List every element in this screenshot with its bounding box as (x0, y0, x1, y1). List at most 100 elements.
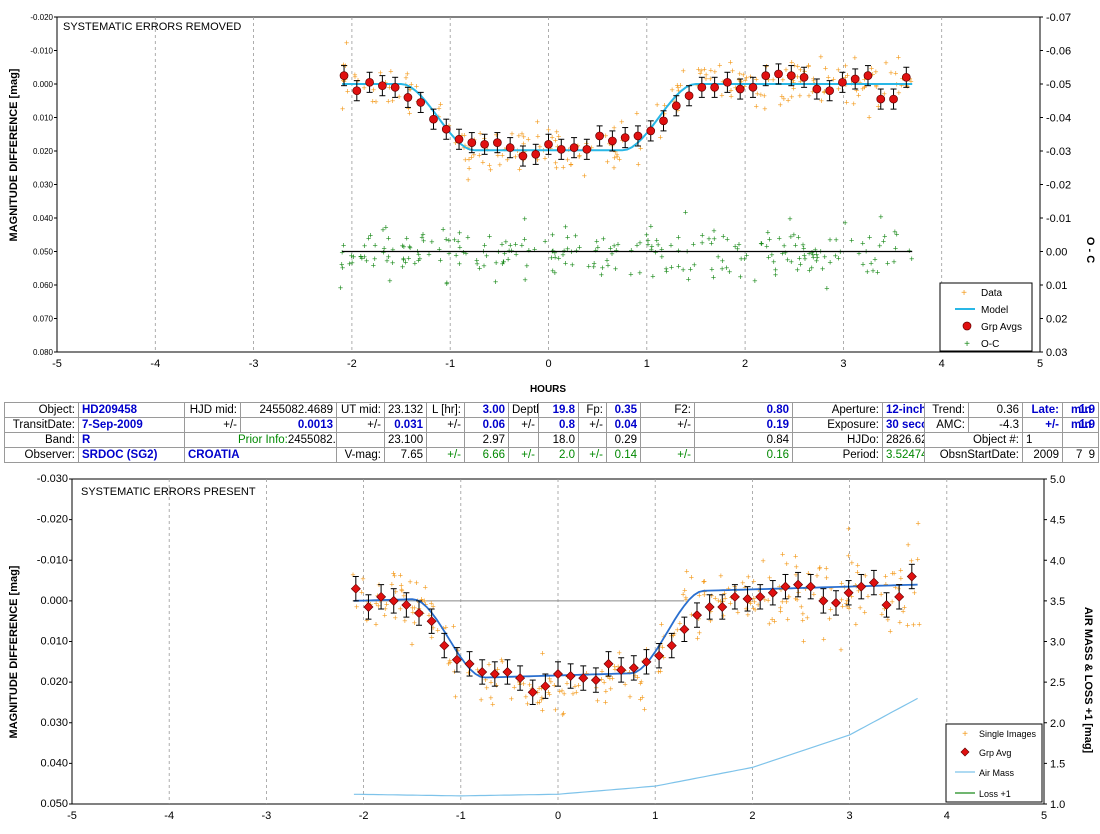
bottom-single-image-point: + (622, 680, 627, 690)
top-oc-point: + (573, 231, 578, 241)
vmag-l-value: 6.66 (464, 447, 509, 463)
top-legend: + Data Model Grp Avgs + O-C (939, 282, 1033, 352)
bottom-y-tick-label: -0.020 (37, 514, 68, 526)
transit-info-table: Object: HD209458 HJD mid: 2455082.4689 U… (4, 402, 1099, 463)
top-oc-point: + (390, 245, 395, 255)
top-oc-point: + (783, 248, 788, 258)
bottom-single-image-point: + (786, 592, 791, 602)
band-value: R (78, 432, 185, 448)
top-oc-point: + (692, 260, 697, 270)
bottom-single-image-point: + (865, 591, 870, 601)
top-y2-tick-label: -0.06 (1046, 46, 1071, 58)
ut-err-value: 0.031 (384, 417, 427, 433)
bottom-single-image-point: + (576, 681, 581, 691)
top-oc-point: + (526, 245, 531, 255)
top-oc-point: + (474, 256, 479, 266)
bottom-single-image-point: + (553, 705, 558, 715)
top-data-point: + (852, 53, 857, 63)
top-group-average (595, 131, 604, 141)
top-data-point: + (845, 70, 850, 80)
top-x-tick-label: -2 (347, 358, 357, 370)
top-data-point: + (717, 61, 722, 71)
top-data-point: + (577, 151, 582, 161)
trend-label: Trend: (924, 402, 969, 418)
top-oc-point: + (371, 261, 376, 271)
blank-cell (336, 432, 385, 448)
top-y-tick-label: 0.010 (33, 114, 54, 123)
trend-value: 0.36 (968, 402, 1023, 418)
ut-mid-label: UT mid: (336, 402, 385, 418)
bottom-single-image-point: + (726, 584, 731, 594)
top-oc-point: + (438, 256, 443, 266)
observer-value: SRDOC (SG2) (78, 447, 185, 463)
top-data-point: + (477, 128, 482, 138)
top-legend-item-model: Model (981, 305, 1008, 316)
top-y-tick-label: 0.060 (33, 281, 54, 290)
top-legend-item-avg: Grp Avgs (981, 322, 1022, 333)
top-group-average (659, 116, 668, 126)
top-group-average (825, 86, 834, 96)
info-row-2: TransitDate: 7-Sep-2009 +/- 0.0013 +/- 0… (4, 417, 1099, 433)
bottom-legend-item-loss: Loss +1 (979, 789, 1011, 799)
top-data-point: + (565, 155, 570, 165)
top-oc-point: + (709, 265, 714, 275)
top-data-point: + (844, 97, 849, 107)
top-x-tick-label: -3 (249, 358, 259, 370)
top-group-average (556, 144, 566, 154)
bottom-single-image-point: + (500, 657, 505, 667)
top-group-average (748, 82, 758, 92)
top-oc-point: + (875, 267, 880, 277)
top-oc-point: + (615, 240, 620, 250)
bottom-single-image-point: + (879, 610, 884, 620)
bottom-single-image-point: + (766, 595, 771, 605)
hjd-mid-label: HJD mid: (184, 402, 241, 418)
top-y-tick-label: 0.050 (33, 248, 54, 257)
bottom-x-tick-label: -3 (262, 810, 272, 822)
hjdo-value: 2826.6285 (882, 432, 925, 448)
late-unit: min (1071, 404, 1092, 416)
top-oc-point: + (444, 279, 449, 289)
top-data-point: + (405, 69, 410, 79)
top-oc-point: + (524, 261, 529, 271)
top-data-point: + (542, 154, 547, 164)
bottom-single-image-point: + (412, 618, 417, 628)
top-data-point: + (797, 91, 802, 101)
f2-pm: +/- (640, 417, 695, 433)
bottom-legend: + Single Images Grp Avg Air Mass Loss +1 (945, 723, 1043, 803)
top-oc-point: + (563, 259, 568, 269)
bottom-single-image-point: + (824, 573, 829, 583)
top-y2-tick-label: -0.03 (1046, 146, 1071, 158)
f2-err-value: 0.19 (694, 417, 793, 433)
vmag-value: 7.65 (384, 447, 427, 463)
bottom-single-image-point: + (608, 684, 613, 694)
bottom-single-image-point: + (595, 696, 600, 706)
top-data-point: + (818, 52, 823, 62)
top-oc-point: + (891, 257, 896, 267)
hjdo-label: HJDo: (792, 432, 883, 448)
top-data-point: + (754, 101, 759, 111)
top-y-tick-label: 0.000 (33, 80, 54, 89)
top-oc-point: + (552, 268, 557, 278)
top-data-point: + (345, 86, 350, 96)
top-oc-point: + (833, 235, 838, 245)
top-group-average (889, 94, 898, 104)
bottom-single-image-point: + (603, 697, 608, 707)
bottom-single-image-point: + (883, 571, 888, 581)
bottom-y-tick-label: 0.040 (40, 757, 68, 769)
top-y2-tick-label: -0.04 (1046, 113, 1071, 125)
top-data-point: + (823, 63, 828, 73)
top-data-point: + (795, 61, 800, 71)
top-group-average (671, 101, 681, 111)
vmag-f2-value: 0.16 (694, 447, 793, 463)
bottom-single-image-point: + (453, 692, 458, 702)
top-data-point: + (488, 165, 493, 175)
period-value: 3.5247486 (882, 447, 925, 463)
top-oc-point: + (700, 230, 705, 240)
bottom-y-tick-label: 0.030 (40, 717, 68, 729)
bottom-single-image-point: + (389, 579, 394, 589)
top-data-point: + (497, 160, 502, 170)
top-data-point: + (658, 132, 663, 142)
top-data-point: + (582, 171, 587, 181)
top-data-point: + (893, 69, 898, 79)
top-data-point: + (669, 85, 674, 95)
